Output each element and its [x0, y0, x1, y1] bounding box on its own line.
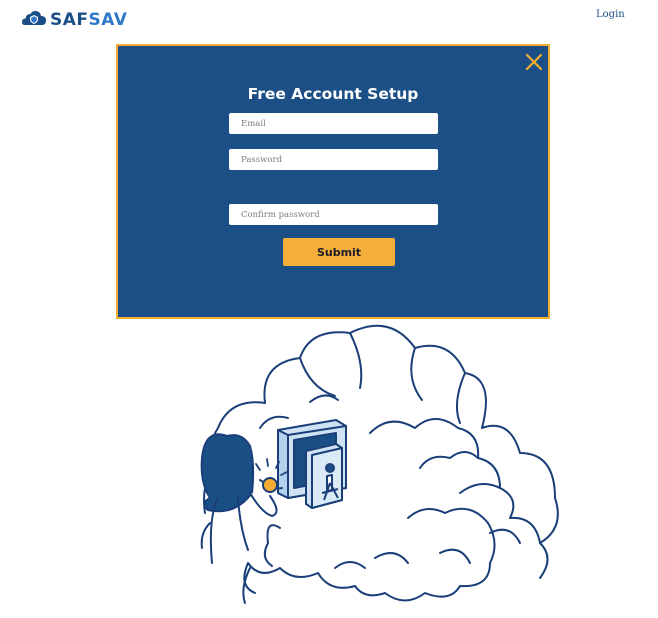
- confirm-password-field[interactable]: [229, 204, 438, 225]
- password-field[interactable]: [229, 149, 438, 170]
- logo-text: SAFSAV: [50, 9, 127, 31]
- modal-title: Free Account Setup: [247, 85, 419, 103]
- logo[interactable]: SAFSAV: [22, 9, 127, 31]
- logo-icon: [22, 10, 46, 30]
- close-icon: [525, 53, 543, 71]
- email-field[interactable]: [229, 113, 438, 134]
- signup-modal: Free Account Setup Submit: [116, 44, 550, 319]
- submit-button[interactable]: Submit: [283, 238, 395, 266]
- logo-text-part1: SAF: [50, 10, 89, 30]
- logo-text-part2: SAV: [88, 10, 128, 30]
- login-link[interactable]: Login: [596, 9, 625, 20]
- cloud-safe-illustration: [160, 318, 580, 612]
- close-button[interactable]: [525, 53, 543, 71]
